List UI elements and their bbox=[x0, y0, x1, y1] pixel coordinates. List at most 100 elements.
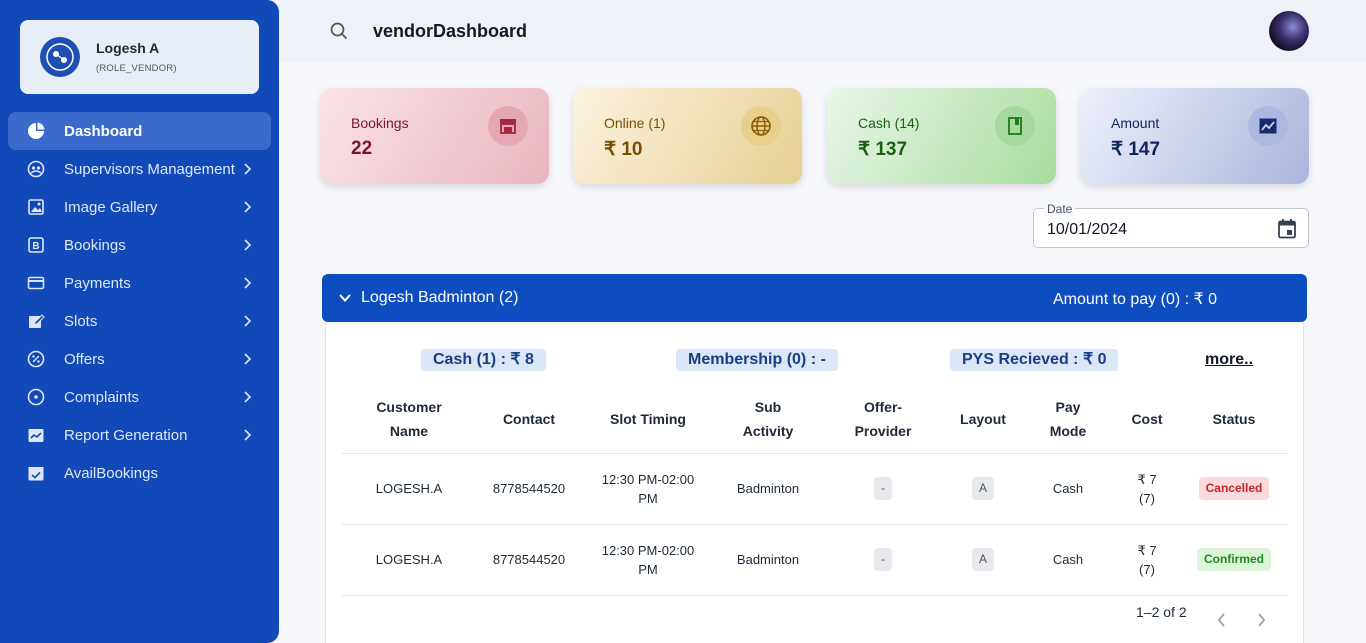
col-layout: Layout bbox=[944, 385, 1022, 454]
sidebar-item-label: Payments bbox=[64, 274, 131, 292]
bookings-icon: B bbox=[26, 235, 46, 255]
stat-value: ₹ 147 bbox=[1111, 139, 1161, 160]
col-status: Status bbox=[1180, 385, 1288, 454]
edit-icon bbox=[26, 311, 46, 331]
chevron-right-icon[interactable] bbox=[1257, 613, 1266, 632]
sidebar-item-image-gallery[interactable]: Image Gallery bbox=[8, 188, 271, 226]
svg-text:B: B bbox=[32, 241, 39, 252]
sidebar-item-payments[interactable]: Payments bbox=[8, 264, 271, 302]
date-value: 10/01/2024 bbox=[1047, 221, 1128, 238]
report-icon bbox=[26, 425, 46, 445]
col-offer-provider: Offer- Provider bbox=[822, 385, 944, 454]
sidebar-item-label: Report Generation bbox=[64, 426, 188, 444]
stat-card-cash: Cash (14) ₹ 137 bbox=[827, 88, 1056, 184]
layout-chip: A bbox=[971, 548, 994, 571]
col-sub-activity: Sub Activity bbox=[714, 385, 822, 454]
table-header-row: Customer Name Contact Slot Timing Sub Acti… bbox=[342, 385, 1288, 454]
chevron-right-icon bbox=[243, 162, 252, 179]
bookings-table: Customer Name Contact Slot Timing Sub Acti… bbox=[342, 385, 1288, 596]
table-row: LOGESH.A 8778544520 12:30 PM-02:00 PM Bad… bbox=[342, 453, 1288, 525]
offer-chip: - bbox=[874, 477, 892, 500]
user-name: Logesh A bbox=[96, 40, 160, 56]
chevron-left-icon[interactable] bbox=[1217, 613, 1226, 632]
cell-offer-provider: - bbox=[822, 453, 944, 525]
layout-chip: A bbox=[971, 477, 994, 500]
date-field[interactable]: Date 10/01/2024 bbox=[1033, 202, 1309, 248]
membership-summary-pill: Membership (0) : - bbox=[676, 349, 838, 371]
stat-value: ₹ 137 bbox=[858, 139, 908, 160]
offer-chip: - bbox=[874, 548, 892, 571]
chevron-right-icon bbox=[243, 314, 252, 331]
sidebar-item-label: Bookings bbox=[64, 236, 126, 254]
col-slot-timing: Slot Timing bbox=[582, 385, 714, 454]
card-icon bbox=[26, 273, 46, 293]
pagination-text: 1–2 of 2 bbox=[1136, 604, 1187, 620]
book-icon bbox=[995, 106, 1035, 146]
amount-to-pay: Amount to pay (0) : ₹ 0 bbox=[1053, 291, 1218, 308]
sidebar-item-report-generation[interactable]: Report Generation bbox=[8, 416, 271, 454]
sidebar-item-availbookings[interactable]: AvailBookings bbox=[8, 454, 271, 492]
cell-contact: 8778544520 bbox=[476, 524, 582, 596]
sidebar-item-label: Complaints bbox=[64, 388, 140, 406]
cell-sub-activity: Badminton bbox=[714, 524, 822, 596]
user-role: (ROLE_VENDOR) bbox=[96, 63, 177, 74]
vendor-avatar bbox=[40, 37, 80, 77]
chevron-right-icon bbox=[243, 390, 252, 407]
cell-slot-timing: 12:30 PM-02:00 PM bbox=[582, 453, 714, 525]
user-profile-card: Logesh A (ROLE_VENDOR) bbox=[20, 20, 259, 94]
stat-card-amount: Amount ₹ 147 bbox=[1080, 88, 1309, 184]
pys-summary-pill: PYS Recieved : ₹ 0 bbox=[950, 349, 1119, 371]
cell-layout: A bbox=[944, 453, 1022, 525]
chevron-right-icon bbox=[243, 276, 252, 293]
calendar-check-icon bbox=[26, 463, 46, 483]
gallery-icon bbox=[26, 197, 46, 217]
sidebar-item-offers[interactable]: Offers bbox=[8, 340, 271, 378]
status-badge: Cancelled bbox=[1198, 477, 1270, 500]
calendar-icon[interactable] bbox=[1277, 218, 1297, 245]
chevron-down-icon bbox=[339, 291, 351, 309]
cash-summary-pill: Cash (1) : ₹ 8 bbox=[421, 349, 546, 371]
vendor-group-title: Logesh Badminton (2) bbox=[361, 289, 519, 306]
cell-cost: ₹ 7 (7) bbox=[1114, 524, 1180, 596]
offer-icon bbox=[26, 349, 46, 369]
table-row: LOGESH.A 8778544520 12:30 PM-02:00 PM Bad… bbox=[342, 524, 1288, 596]
sidebar-item-label: AvailBookings bbox=[64, 464, 158, 482]
sidebar-item-bookings[interactable]: B Bookings bbox=[8, 226, 271, 264]
globe-icon bbox=[741, 106, 781, 146]
stat-value: 22 bbox=[351, 138, 373, 159]
chevron-right-icon bbox=[243, 200, 252, 217]
page-title: vendorDashboard bbox=[373, 21, 528, 41]
chevron-right-icon bbox=[243, 428, 252, 445]
sidebar-item-label: Supervisors Management bbox=[64, 160, 235, 178]
cell-status: Cancelled bbox=[1180, 453, 1288, 525]
stat-label: Bookings bbox=[351, 115, 409, 131]
stat-label: Amount bbox=[1111, 115, 1160, 131]
complaint-icon bbox=[26, 387, 46, 407]
col-pay-mode: Pay Mode bbox=[1022, 385, 1114, 454]
status-badge: Confirmed bbox=[1197, 548, 1271, 571]
stat-label: Cash (14) bbox=[858, 115, 920, 131]
search-icon[interactable] bbox=[329, 21, 349, 46]
cell-cost: ₹ 7 (7) bbox=[1114, 453, 1180, 525]
team-icon bbox=[26, 159, 46, 179]
cell-sub-activity: Badminton bbox=[714, 453, 822, 525]
sidebar: Logesh A (ROLE_VENDOR) Dashboard Supervi… bbox=[0, 0, 279, 643]
sidebar-item-dashboard[interactable]: Dashboard bbox=[8, 112, 271, 150]
trend-chart-icon bbox=[1248, 106, 1288, 146]
sidebar-item-complaints[interactable]: Complaints bbox=[8, 378, 271, 416]
col-contact: Contact bbox=[476, 385, 582, 454]
cell-status: Confirmed bbox=[1180, 524, 1288, 596]
user-avatar[interactable] bbox=[1269, 11, 1309, 51]
sidebar-item-label: Offers bbox=[64, 350, 105, 368]
sidebar-item-slots[interactable]: Slots bbox=[8, 302, 271, 340]
stat-label: Online (1) bbox=[604, 115, 666, 131]
more-link[interactable]: more.. bbox=[1205, 351, 1253, 369]
sidebar-item-label: Image Gallery bbox=[64, 198, 158, 216]
cell-layout: A bbox=[944, 524, 1022, 596]
cell-offer-provider: - bbox=[822, 524, 944, 596]
sidebar-item-supervisors[interactable]: Supervisors Management bbox=[8, 150, 271, 188]
col-customer-name: Customer Name bbox=[342, 385, 476, 454]
pie-chart-icon bbox=[26, 121, 46, 141]
sidebar-nav: Dashboard Supervisors Management Image G… bbox=[8, 112, 271, 492]
vendor-group-header[interactable]: Logesh Badminton (2) Amount to pay (0) :… bbox=[322, 274, 1307, 322]
